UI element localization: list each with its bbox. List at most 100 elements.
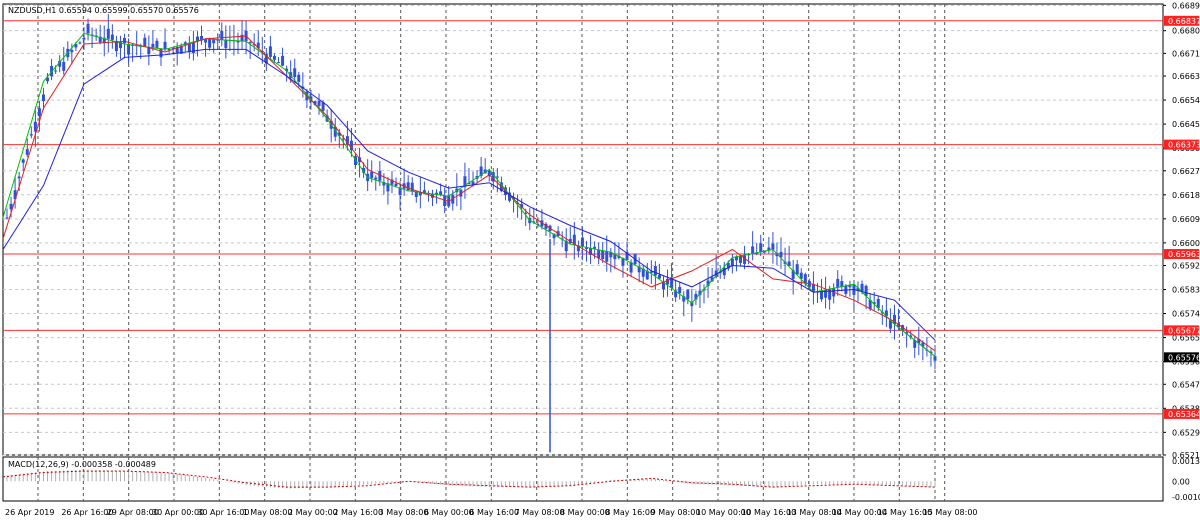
candle-body (78, 42, 82, 44)
candle-body (580, 237, 584, 247)
candle-body (143, 37, 147, 47)
candle-body (5, 217, 9, 219)
time-tick-label: 7 May 08:00 (515, 508, 565, 517)
time-tick-label: 6 May 16:00 (469, 508, 519, 517)
candle-body (224, 39, 228, 48)
current-price-label: 0.65576 (1168, 353, 1200, 362)
level-price-label: 0.65677 (1168, 326, 1200, 335)
candle-body (759, 243, 763, 253)
candle-body (159, 48, 163, 58)
time-tick-label: 26 Apr 2019 (5, 508, 54, 517)
time-tick-label: 8 May 00:00 (560, 508, 610, 517)
candle-body (836, 278, 840, 288)
candle-body (605, 251, 609, 262)
candle-body (293, 68, 297, 78)
candle-body (191, 42, 195, 54)
candle-body (678, 286, 682, 294)
level-price-label: 0.65364 (1168, 410, 1200, 419)
macd-tick-label: -0.001076 (1172, 493, 1200, 502)
candle-body (41, 94, 45, 102)
candle-body (277, 62, 281, 64)
time-tick-label: 15 May 08:00 (923, 508, 978, 517)
candle-body (208, 38, 212, 48)
candle-body (317, 100, 321, 106)
candle-body (297, 74, 301, 82)
price-tick-label: 0.65920 (1172, 262, 1200, 271)
time-tick-label: 8 May 16:00 (605, 508, 655, 517)
candle-body (597, 249, 601, 259)
time-tick-label: 6 May 00:00 (424, 508, 474, 517)
candle-body (439, 191, 443, 195)
time-tick-label: 9 May 08:00 (651, 508, 701, 517)
candle-body (394, 183, 398, 187)
time-tick-label: 3 May 08:00 (379, 508, 429, 517)
candle-body (151, 43, 155, 48)
level-price-label: 0.65963 (1168, 250, 1200, 259)
candle-body (127, 44, 131, 55)
candle-body (738, 256, 742, 263)
candle-body (374, 177, 378, 180)
candle-body (495, 176, 499, 178)
candle-body (21, 159, 25, 163)
candle-body (123, 38, 127, 44)
macd-tick-label: 0.00139 (1172, 457, 1200, 466)
chart-canvas[interactable]: 0.66895 0.66800 0.66715 0.66630 0.66540 0.664… (0, 0, 1200, 523)
price-tick-label: 0.66630 (1172, 72, 1200, 81)
candle-body (29, 134, 33, 136)
price-tick-label: 0.66185 (1172, 191, 1200, 200)
time-tick-label: 2 May 00:00 (288, 508, 338, 517)
price-tick-label: 0.66450 (1172, 120, 1200, 129)
price-tick-label: 0.66005 (1172, 239, 1200, 248)
candle-body (62, 61, 66, 71)
candle-body (268, 46, 272, 57)
time-tick-label: 1 May 08:00 (243, 508, 293, 517)
price-tick-label: 0.66095 (1172, 215, 1200, 224)
price-tick-label: 0.65295 (1172, 428, 1200, 437)
candle-body (601, 250, 605, 260)
level-price-label: 0.66373 (1168, 141, 1200, 150)
chart-title: NZDUSD,H1 0.65594 0.65599 0.65570 0.6557… (8, 6, 199, 15)
candle-body (686, 289, 690, 300)
candle-body (106, 28, 110, 39)
candle-body (82, 37, 86, 40)
candle-body (17, 176, 21, 179)
candle-body (110, 34, 114, 40)
candle-body (163, 41, 167, 49)
time-tick-label: 2 May 16:00 (333, 508, 383, 517)
candle-body (37, 108, 41, 117)
price-tick-label: 0.65475 (1172, 380, 1200, 389)
candle-body (803, 274, 807, 284)
candle-body (281, 55, 285, 66)
candle-body (653, 265, 657, 276)
candle-body (86, 23, 90, 34)
macd-title: MACD(12,26,9) -0.000358 -0.000489 (8, 460, 156, 469)
candle-body (657, 274, 661, 279)
candle-body (25, 149, 29, 155)
chart-background (0, 0, 1200, 523)
price-tick-label: 0.66895 (1172, 1, 1200, 10)
candle-body (840, 281, 844, 287)
candle-body (933, 356, 937, 361)
time-axis: 26 Apr 2019 26 Apr 16:0029 Apr 08:0030 Ap… (5, 508, 978, 517)
candle-body (70, 50, 74, 53)
macd-tick-label: 0.00 (1172, 477, 1190, 486)
price-tick-label: 0.65830 (1172, 286, 1200, 295)
candle-body (155, 40, 159, 48)
candle-body (240, 34, 244, 41)
price-tick-label: 0.66540 (1172, 96, 1200, 105)
candle-body (370, 171, 374, 178)
candle-body (220, 30, 224, 40)
candle-body (771, 243, 775, 250)
price-tick-label: 0.66715 (1172, 49, 1200, 58)
candle-body (795, 264, 799, 275)
chart-window: 0.66895 0.66800 0.66715 0.66630 0.66540 0.664… (0, 0, 1200, 523)
candle-body (730, 258, 734, 266)
price-tick-label: 0.65740 (1172, 310, 1200, 319)
candle-body (54, 70, 58, 72)
candle-body (751, 246, 755, 254)
price-tick-label: 0.66275 (1172, 167, 1200, 176)
candle-body (864, 285, 868, 296)
candle-body (204, 39, 208, 43)
time-tick-label: 29 Apr 08:00 (107, 508, 159, 517)
level-price-label: 0.66837 (1168, 17, 1200, 26)
